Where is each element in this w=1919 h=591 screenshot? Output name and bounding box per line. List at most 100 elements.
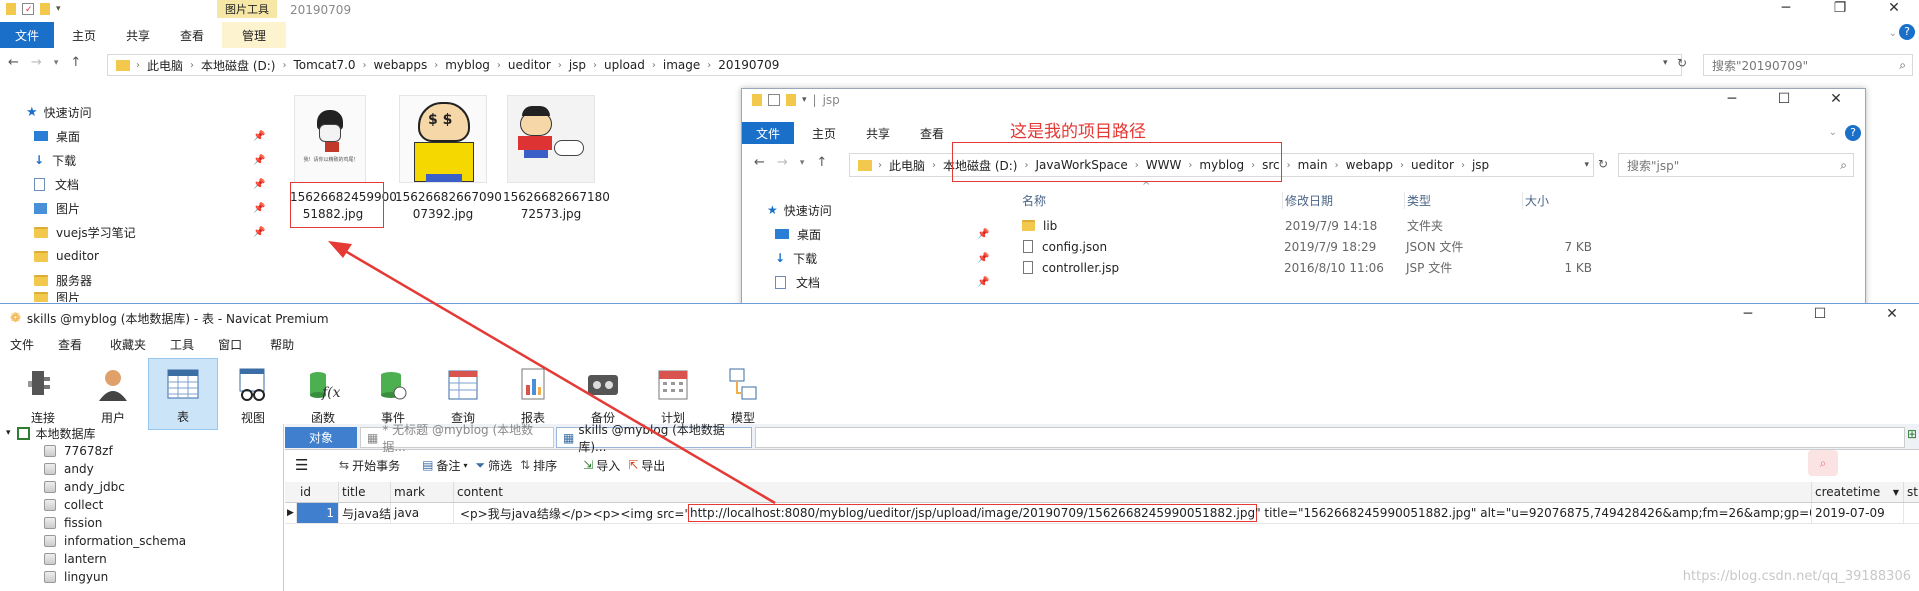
menu-window[interactable]: 窗口 (204, 336, 256, 353)
breadcrumb-20190709[interactable]: 20190709 (711, 58, 786, 72)
nav-item-documents[interactable]: 文档 📌 (767, 270, 997, 294)
nav-quick-access[interactable]: ★ 快速访问 (26, 100, 266, 124)
tab-share[interactable]: 共享 (854, 122, 902, 144)
breadcrumb-image[interactable]: image (656, 58, 707, 72)
view-button[interactable]: 视图 (218, 358, 288, 430)
begin-transaction-button[interactable]: ⇆ 开始事务 (339, 457, 400, 474)
nav-item-server[interactable]: 服务器 (26, 268, 266, 292)
tree-item-database[interactable]: information_schema (0, 532, 283, 550)
add-tab-icon[interactable]: ⊞ (1907, 427, 1917, 441)
breadcrumb-disk-d[interactable]: 本地磁盘 (D:) (194, 57, 282, 74)
tab-untitled-query[interactable]: ▦ * 无标题 @myblog (本地数据... (360, 423, 554, 454)
tree-item-database[interactable]: lingyun (0, 568, 283, 586)
chevron-down-icon[interactable]: ▾ (56, 4, 61, 14)
cell-mark[interactable]: java (391, 503, 454, 523)
memo-button[interactable]: ▤ 备注 ▾ (422, 457, 467, 474)
chevron-down-icon[interactable]: ▾ (6, 428, 11, 438)
cell-createtime[interactable]: 2019-07-09 (1812, 503, 1904, 523)
filter-button[interactable]: ⏷ 筛选 (475, 457, 512, 474)
help-icon[interactable]: ? (1899, 24, 1915, 40)
breadcrumb-ueditor[interactable]: ueditor (1404, 158, 1461, 172)
report-button[interactable]: 报表 (498, 358, 568, 430)
menu-view[interactable]: 查看 (44, 336, 96, 353)
column-name[interactable]: 名称 (1020, 192, 1282, 209)
cell-id[interactable]: 1 (297, 503, 339, 523)
connection-button[interactable]: 连接 (8, 358, 78, 430)
column-id[interactable]: id (297, 482, 339, 502)
forward-arrow-icon[interactable]: → (777, 155, 788, 170)
close-icon[interactable]: ✕ (1877, 306, 1907, 322)
properties-icon[interactable]: ✓ (22, 3, 34, 15)
breadcrumb-jsp[interactable]: jsp (562, 58, 593, 72)
column-title[interactable]: title (339, 482, 391, 502)
close-icon[interactable]: ✕ (1821, 91, 1851, 107)
properties-icon[interactable] (768, 94, 780, 106)
up-arrow-icon[interactable]: ↑ (816, 155, 827, 170)
column-size[interactable]: 大小 (1522, 191, 1602, 209)
nav-item-pictures[interactable]: 图片 📌 (26, 196, 266, 220)
tree-item-database[interactable]: fission (0, 514, 283, 532)
tree-item-database[interactable]: lantern (0, 550, 283, 568)
user-button[interactable]: 用户 (78, 358, 148, 430)
back-arrow-icon[interactable]: ← (754, 155, 765, 170)
export-button[interactable]: ⇱ 导出 (628, 457, 665, 474)
column-date[interactable]: 修改日期 (1282, 191, 1404, 209)
event-button[interactable]: 事件 (358, 358, 428, 430)
search-icon[interactable]: ⌕ (1808, 450, 1838, 476)
cell-title[interactable]: 与java结缘 (339, 503, 391, 523)
nav-item-vuejs-notes[interactable]: vuejs学习笔记 📌 (26, 220, 266, 244)
minimize-icon[interactable]: ─ (1733, 306, 1763, 322)
breadcrumb-jsp[interactable]: jsp (1465, 158, 1496, 172)
up-arrow-icon[interactable]: ↑ (70, 55, 81, 70)
recent-dropdown-icon[interactable]: ▾ (54, 58, 59, 68)
tab-manage[interactable]: 管理 (222, 22, 287, 48)
import-button[interactable]: ⇲ 导入 (583, 457, 620, 474)
model-button[interactable]: 模型 (708, 358, 778, 430)
expand-ribbon-icon[interactable]: ⌄ (1889, 28, 1897, 39)
maximize-icon[interactable]: ☐ (1805, 306, 1835, 322)
refresh-icon[interactable]: ↻ (1598, 157, 1608, 171)
tree-item-database[interactable]: andy (0, 460, 283, 478)
expand-ribbon-icon[interactable]: ⌄ (1829, 127, 1837, 138)
breadcrumb-webapps[interactable]: webapps (367, 58, 435, 72)
address-dropdown-icon[interactable]: ▾ (1584, 160, 1589, 170)
back-arrow-icon[interactable]: ← (8, 55, 19, 70)
nav-item-downloads[interactable]: ↓ 下载 📌 (767, 246, 997, 270)
file-item[interactable]: $ $ 15626682667090 07392.jpg (395, 95, 502, 223)
search-input[interactable]: 搜索"20190709" ⌕ (1703, 54, 1913, 76)
backup-button[interactable]: 备份 (568, 358, 638, 430)
tab-view[interactable]: 查看 (902, 122, 962, 144)
new-folder-icon[interactable] (40, 3, 50, 15)
tree-root[interactable]: ▾ 本地数据库 (0, 424, 283, 442)
breadcrumb-this-pc[interactable]: 此电脑 (140, 57, 190, 74)
menu-help[interactable]: 帮助 (256, 336, 308, 353)
tab-share[interactable]: 共享 (114, 22, 162, 48)
nav-quick-access[interactable]: ★ 快速访问 (767, 198, 997, 222)
tab-home[interactable]: 主页 (54, 22, 114, 48)
breadcrumb-upload[interactable]: upload (597, 58, 652, 72)
schedule-button[interactable]: 计划 (638, 358, 708, 430)
sort-desc-icon[interactable]: ▼ (1893, 488, 1899, 497)
breadcrumb-tomcat[interactable]: Tomcat7.0 (286, 58, 362, 72)
nav-item-downloads[interactable]: ↓ 下载 📌 (26, 148, 266, 172)
nav-item-desktop[interactable]: 桌面 📌 (26, 124, 266, 148)
tree-item-database[interactable]: andy_jdbc (0, 478, 283, 496)
close-icon[interactable]: ✕ (1879, 0, 1909, 16)
menu-icon[interactable]: ☰ (295, 456, 315, 474)
nav-item-pictures-2[interactable]: 图片 (26, 292, 266, 302)
forward-arrow-icon[interactable]: → (31, 55, 42, 70)
breadcrumb-ueditor[interactable]: ueditor (501, 58, 558, 72)
tab-home[interactable]: 主页 (794, 122, 854, 144)
breadcrumb-myblog[interactable]: myblog (438, 58, 497, 72)
breadcrumb-webapp[interactable]: webapp (1339, 158, 1400, 172)
chevron-down-icon[interactable]: ▾ (802, 95, 807, 105)
help-icon[interactable]: ? (1845, 125, 1861, 141)
column-mark[interactable]: mark (391, 482, 454, 502)
address-dropdown-icon[interactable]: ▾ (1663, 58, 1668, 68)
tab-file[interactable]: 文件 (0, 22, 54, 48)
menu-favorites[interactable]: 收藏夹 (96, 336, 160, 353)
maximize-icon[interactable]: ☐ (1769, 91, 1799, 107)
column-content[interactable]: content (454, 482, 1812, 502)
tab-skills-table[interactable]: ▦ skills @myblog (本地数据库)... (556, 423, 752, 454)
nav-item-documents[interactable]: 文档 📌 (26, 172, 266, 196)
